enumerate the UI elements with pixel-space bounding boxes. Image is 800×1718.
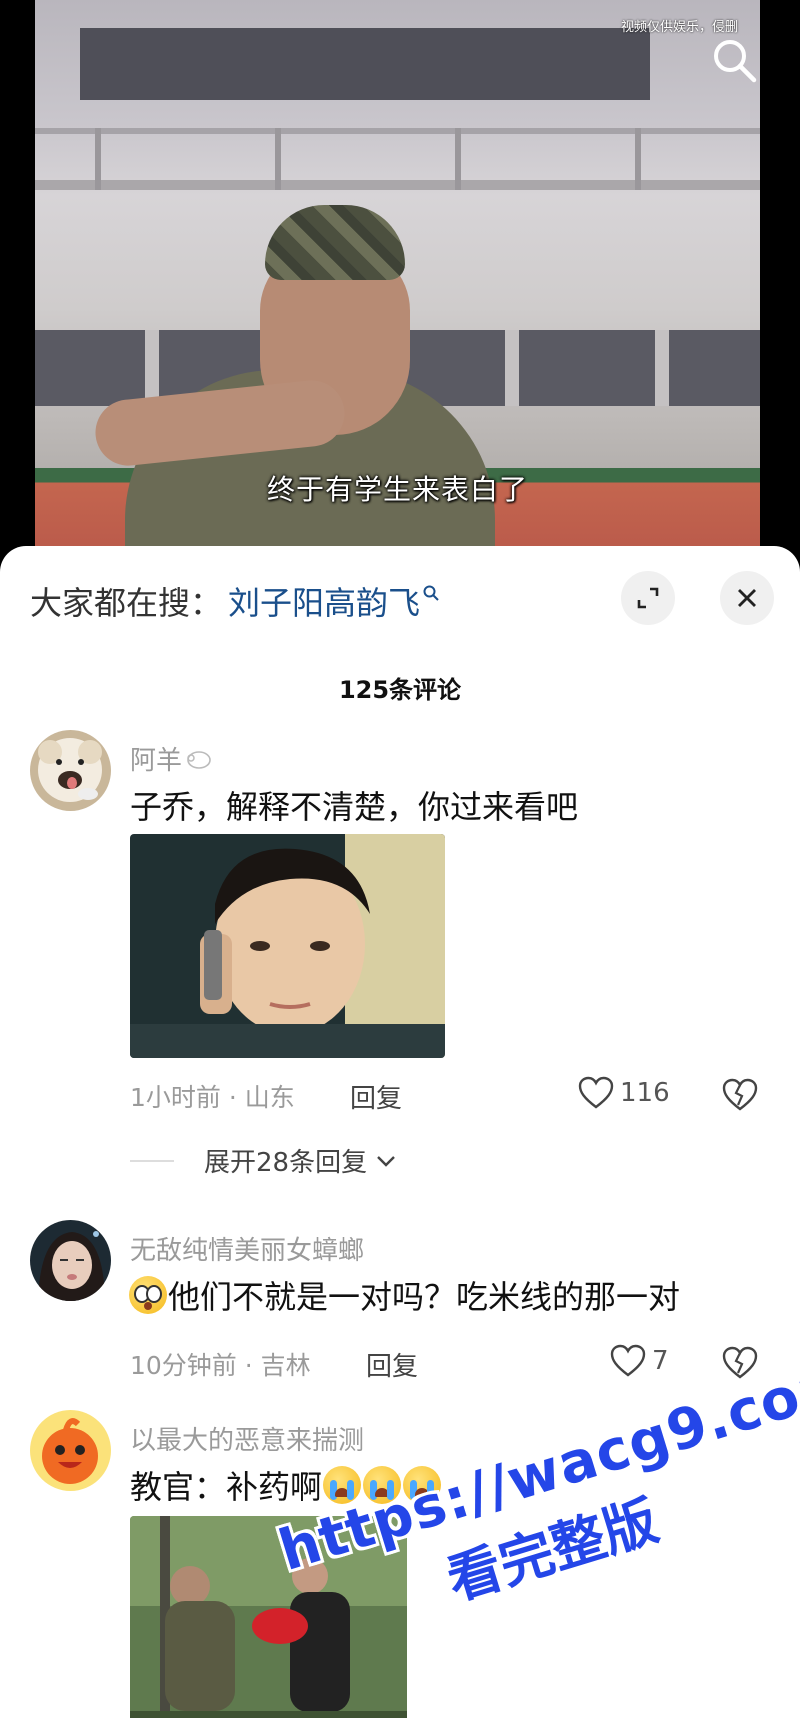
video-frame: 视频仅供娱乐，侵删 终于有学生来表白了 (35, 0, 760, 560)
like-count: 7 (652, 1346, 669, 1376)
man-on-phone-image (130, 834, 445, 1058)
comment-item: 无敌纯情美丽女蟑螂 他们不就是一对吗？吃米线的那一对 10分钟前 · 吉林 回复… (0, 1220, 800, 1382)
dislike-heart-icon[interactable] (722, 1078, 758, 1112)
fullscreen-icon (637, 587, 659, 609)
hot-search-bar[interactable]: 大家都在搜： 刘子阳高韵飞 (30, 576, 440, 626)
comment-image[interactable] (130, 834, 445, 1058)
dog-avatar-image (30, 730, 111, 811)
search-small-icon (423, 585, 439, 601)
like-count: 116 (620, 1078, 670, 1108)
search-icon[interactable] (710, 36, 760, 86)
comment-username[interactable]: 阿羊 (130, 740, 214, 777)
avatar[interactable] (30, 1410, 111, 1491)
heart-icon (578, 1076, 614, 1109)
video-player[interactable]: 视频仅供娱乐，侵删 终于有学生来表白了 (0, 0, 800, 560)
reply-button[interactable]: 回复 (350, 1078, 402, 1115)
hot-search-label: 大家都在搜： (30, 584, 223, 622)
cartoon-avatar-image (30, 1410, 111, 1491)
comment-username[interactable]: 以最大的恶意来揣测 (130, 1420, 364, 1457)
heart-icon (610, 1344, 646, 1377)
like-button[interactable]: 7 (610, 1344, 669, 1378)
girl-avatar-image (30, 1220, 111, 1301)
comment-text: 他们不就是一对吗？吃米线的那一对 (128, 1272, 680, 1318)
shocked-emoji-icon (129, 1276, 167, 1314)
expand-sheet-button[interactable] (621, 571, 675, 625)
comment-item: 阿羊 子乔，解释不清楚，你过来看吧 1小时前 · 山东 回复 116 展开28条… (0, 730, 800, 1240)
comment-time-location: 1小时前 · 山东 (130, 1083, 295, 1112)
reply-button[interactable]: 回复 (366, 1346, 418, 1383)
close-icon (738, 589, 756, 607)
close-button[interactable] (720, 571, 774, 625)
comment-username[interactable]: 无敌纯情美丽女蟑螂 (130, 1230, 364, 1267)
video-disclaimer: 视频仅供娱乐，侵删 (620, 20, 738, 35)
avatar[interactable] (30, 730, 111, 811)
comment-count: 125条评论 (338, 676, 462, 704)
expand-replies-button[interactable]: 展开28条回复 (130, 1142, 397, 1179)
video-subtitle: 终于有学生来表白了 (266, 473, 528, 506)
comment-text: 子乔，解释不清楚，你过来看吧 (130, 788, 579, 826)
avatar[interactable] (30, 1220, 111, 1301)
sheep-badge-icon (187, 750, 211, 769)
hot-search-term[interactable]: 刘子阳高韵飞 (228, 578, 420, 624)
comment-time-location: 10分钟前 · 吉林 (130, 1351, 311, 1380)
like-button[interactable]: 116 (578, 1076, 670, 1110)
chevron-down-icon (377, 1155, 395, 1167)
